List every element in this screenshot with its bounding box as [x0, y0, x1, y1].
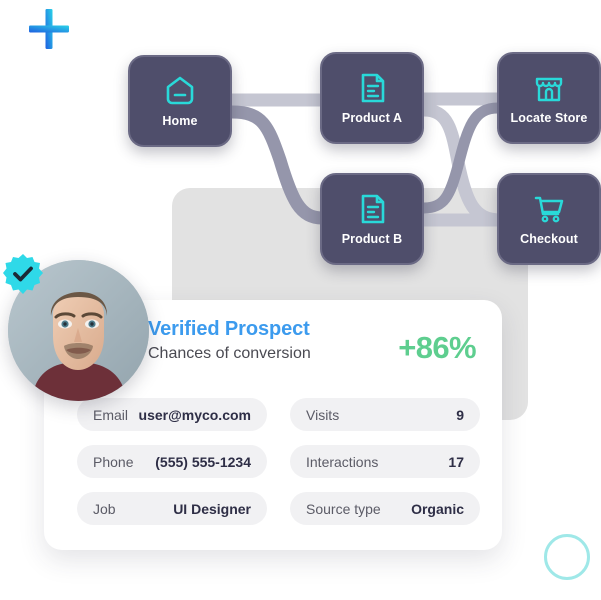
detail-row-email[interactable]: Email user@myco.com: [77, 398, 267, 431]
detail-row-visits[interactable]: Visits 9: [290, 398, 480, 431]
flow-node-label: Home: [162, 114, 198, 129]
detail-value: user@myco.com: [138, 406, 251, 423]
prospect-details: Email user@myco.com Phone (555) 555-1234…: [77, 398, 480, 525]
flow-node-label: Product A: [341, 111, 403, 126]
detail-row-job[interactable]: Job UI Designer: [77, 492, 267, 525]
cart-icon: [534, 197, 564, 223]
flow-node-checkout[interactable]: Checkout: [497, 173, 601, 265]
document-icon: [361, 194, 385, 224]
flow-node-locate-store[interactable]: Locate Store: [497, 52, 601, 144]
flow-node-label: Locate Store: [510, 111, 588, 126]
detail-label: Source type: [306, 500, 381, 517]
detail-value: Organic: [411, 500, 464, 517]
flow-node-home[interactable]: Home: [128, 55, 232, 147]
document-icon: [361, 73, 385, 103]
detail-row-phone[interactable]: Phone (555) 555-1234: [77, 445, 267, 478]
home-icon: [166, 76, 194, 105]
detail-value: (555) 555-1234: [155, 453, 251, 470]
details-column-right: Visits 9 Interactions 17 Source type Org…: [290, 398, 480, 525]
verified-check-icon: [2, 253, 44, 295]
conversion-value: +86%: [398, 330, 476, 365]
prospect-header: Verified Prospect Chances of conversion …: [148, 317, 484, 373]
flow-node-label: Product B: [341, 232, 403, 247]
detail-row-interactions[interactable]: Interactions 17: [290, 445, 480, 478]
detail-label: Phone: [93, 453, 134, 470]
detail-label: Visits: [306, 406, 340, 423]
detail-value: UI Designer: [173, 500, 251, 517]
flow-node-product-b[interactable]: Product B: [320, 173, 424, 265]
flow-node-label: Checkout: [520, 232, 578, 247]
flow-node-product-a[interactable]: Product A: [320, 52, 424, 144]
illustration-stage: Home Product A Locate Store Product B Ch…: [0, 0, 601, 600]
store-icon: [535, 78, 563, 102]
detail-value: 17: [448, 453, 464, 470]
detail-label: Interactions: [306, 453, 379, 470]
detail-label: Email: [93, 406, 129, 423]
detail-label: Job: [93, 500, 116, 517]
detail-row-source-type[interactable]: Source type Organic: [290, 492, 480, 525]
circle-outline-icon: [544, 534, 590, 580]
detail-value: 9: [456, 406, 464, 423]
details-column-left: Email user@myco.com Phone (555) 555-1234…: [77, 398, 267, 525]
